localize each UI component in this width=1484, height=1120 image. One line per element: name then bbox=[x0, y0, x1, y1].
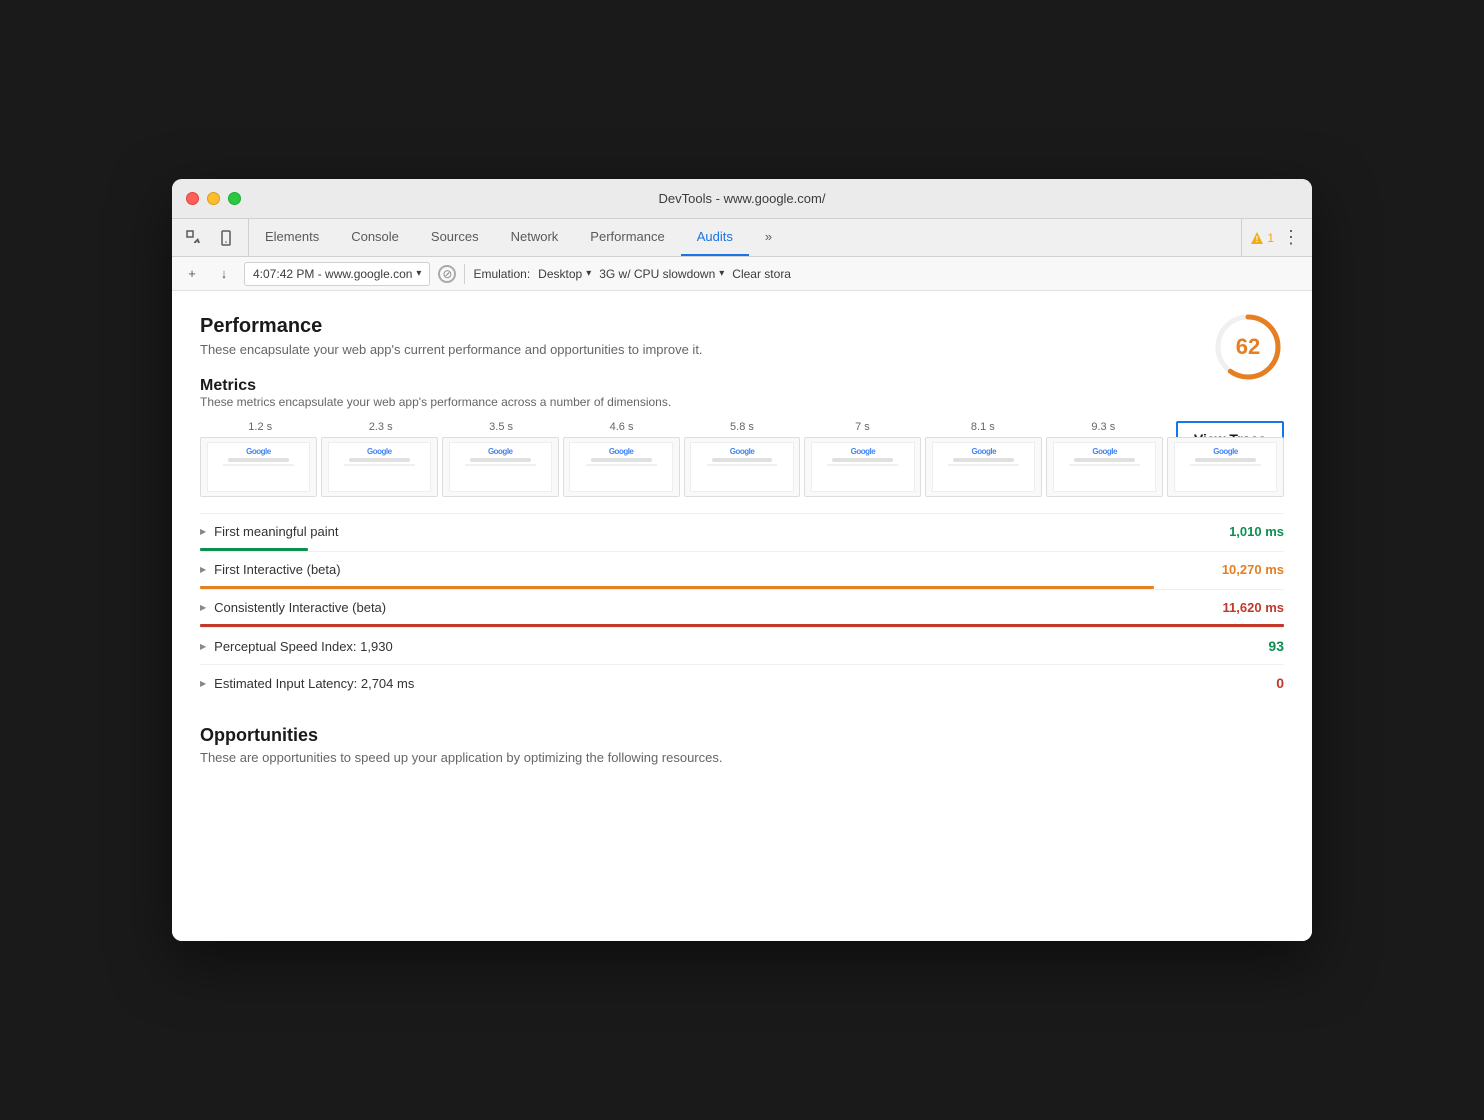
more-options-button[interactable]: ⋮ bbox=[1278, 227, 1304, 248]
timeline-label-7: 9.3 s bbox=[1043, 421, 1163, 433]
metric-label-psi: Perceptual Speed Index: 1,930 bbox=[214, 639, 1244, 654]
network-chevron-icon: ▾ bbox=[719, 268, 724, 279]
opportunities-section: Opportunities These are opportunities to… bbox=[200, 725, 1284, 765]
mobile-icon[interactable] bbox=[212, 224, 240, 252]
metrics-subtitle: These metrics encapsulate your web app's… bbox=[200, 395, 1284, 409]
metric-label-eil: Estimated Input Latency: 2,704 ms bbox=[214, 676, 1244, 691]
filmstrip-frame-5[interactable]: Google bbox=[804, 437, 921, 497]
expand-fi-icon[interactable]: ▶ bbox=[200, 565, 206, 574]
tab-performance[interactable]: Performance bbox=[574, 219, 680, 256]
inspector-icon[interactable] bbox=[180, 224, 208, 252]
url-display[interactable]: 4:07:42 PM - www.google.con ▾ bbox=[244, 262, 430, 286]
metric-label-ci: Consistently Interactive (beta) bbox=[214, 600, 1214, 615]
emulation-label: Emulation: bbox=[473, 267, 530, 281]
opportunities-subtitle: These are opportunities to speed up your… bbox=[200, 750, 1284, 765]
metric-row-psi: ▶ Perceptual Speed Index: 1,930 93 bbox=[200, 627, 1284, 664]
clear-storage-label: Clear stora bbox=[732, 267, 791, 281]
timeline-labels: 1.2 s 2.3 s 3.5 s 4.6 s 5.8 s 7 s 8.1 s … bbox=[200, 421, 1284, 433]
filmstrip-frame-8[interactable]: Google bbox=[1167, 437, 1284, 497]
score-number: 62 bbox=[1236, 334, 1260, 360]
network-throttle-dropdown[interactable]: 3G w/ CPU slowdown ▾ bbox=[599, 267, 724, 281]
desktop-dropdown[interactable]: Desktop ▾ bbox=[538, 267, 591, 281]
timeline-label-3: 4.6 s bbox=[561, 421, 681, 433]
metric-row-ci: ▶ Consistently Interactive (beta) 11,620… bbox=[200, 589, 1284, 627]
filmstrip-frame-1[interactable]: Google bbox=[321, 437, 438, 497]
add-audit-button[interactable]: + bbox=[180, 262, 204, 286]
warning-badge: ! 1 bbox=[1250, 231, 1274, 245]
filmstrip-frame-7[interactable]: Google bbox=[1046, 437, 1163, 497]
expand-psi-icon[interactable]: ▶ bbox=[200, 642, 206, 651]
timeline-label-0: 1.2 s bbox=[200, 421, 320, 433]
timeline-label-6: 8.1 s bbox=[923, 421, 1043, 433]
expand-fmp-icon[interactable]: ▶ bbox=[200, 527, 206, 536]
titlebar: DevTools - www.google.com/ bbox=[172, 179, 1312, 219]
tab-audits[interactable]: Audits bbox=[681, 219, 749, 256]
timeline-label-4: 5.8 s bbox=[682, 421, 802, 433]
warning-icon: ! bbox=[1250, 231, 1264, 245]
metric-score-eil: 0 bbox=[1260, 675, 1284, 691]
metric-label-fi: First Interactive (beta) bbox=[214, 562, 1214, 577]
timeline-label-1: 2.3 s bbox=[320, 421, 440, 433]
filmstrip-frame-4[interactable]: Google bbox=[684, 437, 801, 497]
window-title: DevTools - www.google.com/ bbox=[659, 191, 826, 206]
desktop-chevron-icon: ▾ bbox=[586, 268, 591, 279]
tab-more[interactable]: » bbox=[749, 219, 788, 256]
filmstrip: Google Google Google bbox=[200, 437, 1284, 497]
tab-elements[interactable]: Elements bbox=[249, 219, 335, 256]
close-button[interactable] bbox=[186, 192, 199, 205]
no-throttle-icon[interactable]: ⊘ bbox=[438, 265, 456, 283]
metric-label-fmp: First meaningful paint bbox=[214, 524, 1221, 539]
filmstrip-frame-0[interactable]: Google bbox=[200, 437, 317, 497]
url-dropdown-icon: ▾ bbox=[416, 268, 421, 279]
tab-sources[interactable]: Sources bbox=[415, 219, 495, 256]
devtools-window: DevTools - www.google.com/ Elements bbox=[172, 179, 1312, 941]
metric-row-fi: ▶ First Interactive (beta) 10,270 ms bbox=[200, 551, 1284, 589]
opportunities-title: Opportunities bbox=[200, 725, 1284, 746]
timeline-label-5: 7 s bbox=[802, 421, 922, 433]
fullscreen-button[interactable] bbox=[228, 192, 241, 205]
traffic-lights bbox=[186, 192, 241, 205]
metric-row-eil: ▶ Estimated Input Latency: 2,704 ms 0 bbox=[200, 664, 1284, 701]
minimize-button[interactable] bbox=[207, 192, 220, 205]
download-button[interactable]: ↓ bbox=[212, 262, 236, 286]
filmstrip-frame-6[interactable]: Google bbox=[925, 437, 1042, 497]
nav-toolbar: Elements Console Sources Network Perform… bbox=[172, 219, 1312, 257]
tab-console[interactable]: Console bbox=[335, 219, 415, 256]
performance-score-circle: 62 bbox=[1212, 311, 1284, 383]
timeline-label-2: 3.5 s bbox=[441, 421, 561, 433]
metric-value-fmp: 1,010 ms bbox=[1229, 524, 1284, 539]
expand-ci-icon[interactable]: ▶ bbox=[200, 603, 206, 612]
svg-text:!: ! bbox=[1256, 235, 1259, 244]
expand-eil-icon[interactable]: ▶ bbox=[200, 679, 206, 688]
filmstrip-frame-3[interactable]: Google bbox=[563, 437, 680, 497]
performance-title: Performance bbox=[200, 315, 1284, 338]
main-content: 62 View Trace Performance These encapsul… bbox=[172, 291, 1312, 941]
metrics-title: Metrics bbox=[200, 377, 1284, 395]
performance-subtitle: These encapsulate your web app's current… bbox=[200, 342, 1284, 357]
subbar: + ↓ 4:07:42 PM - www.google.con ▾ ⊘ Emul… bbox=[172, 257, 1312, 291]
nav-tabs: Elements Console Sources Network Perform… bbox=[249, 219, 1241, 256]
tab-network[interactable]: Network bbox=[495, 219, 575, 256]
metric-value-fi: 10,270 ms bbox=[1222, 562, 1284, 577]
metrics-section: Metrics These metrics encapsulate your w… bbox=[200, 377, 1284, 701]
metric-value-ci: 11,620 ms bbox=[1223, 600, 1284, 615]
toolbar-icons bbox=[172, 219, 249, 256]
metric-row-fmp: ▶ First meaningful paint 1,010 ms bbox=[200, 513, 1284, 551]
filmstrip-frame-2[interactable]: Google bbox=[442, 437, 559, 497]
toolbar-right: ! 1 ⋮ bbox=[1241, 219, 1312, 256]
subbar-divider bbox=[464, 264, 465, 284]
metric-score-psi: 93 bbox=[1260, 638, 1284, 654]
